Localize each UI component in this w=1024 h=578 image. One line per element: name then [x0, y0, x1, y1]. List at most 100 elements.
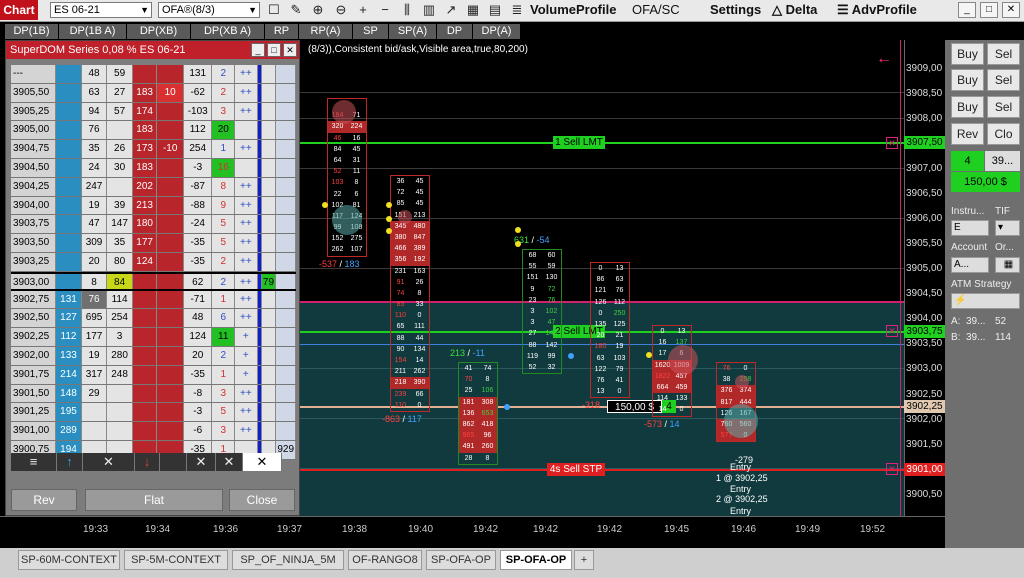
dom-cell-b1[interactable] — [56, 252, 82, 271]
dom-cell-b1[interactable]: 195 — [56, 403, 82, 422]
dom-row[interactable]: 3903,50 309 35 177 -35 5 ++ — [11, 234, 296, 253]
buy-market-button[interactable]: Buy — [951, 43, 984, 65]
dom-cell-b1[interactable]: 133 — [56, 346, 82, 365]
dom-cell-b1[interactable]: 214 — [56, 365, 82, 384]
sell-stop-label[interactable]: 4s Sell STP — [547, 463, 605, 476]
dom-row[interactable]: 3901,00 289 -6 3 ++ — [11, 422, 296, 441]
indicator-tab[interactable]: DP(1B A) — [59, 24, 127, 39]
dom-cell-b1[interactable] — [56, 158, 82, 177]
minimize-icon[interactable]: _ — [958, 2, 976, 18]
dom-cell-a1[interactable] — [132, 365, 158, 384]
cancel-all-icon[interactable]: ✕ — [216, 453, 243, 471]
chart-menu-button[interactable]: Chart — [0, 0, 38, 20]
dom-cell-a1[interactable]: 183 — [132, 121, 158, 140]
dom-cell-b1[interactable] — [56, 215, 82, 234]
dom-row[interactable]: 3904,75 35 26 173 -10 254 1 ++ — [11, 140, 296, 159]
maximize-icon[interactable]: □ — [980, 2, 998, 18]
atm-strategy-selector[interactable]: ⚡ — [951, 293, 1020, 309]
dom-cell-a2[interactable] — [157, 102, 184, 121]
dom-row[interactable]: 3901,50 148 29 -8 3 ++ — [11, 384, 296, 404]
dom-reverse-button[interactable]: Rev — [11, 489, 77, 511]
dom-row[interactable]: 3904,25 247 202 -87 8 ++ — [11, 177, 296, 197]
center-icon[interactable]: ≡ — [11, 453, 57, 471]
dom-cell-a1[interactable] — [132, 422, 158, 440]
dom-row[interactable]: 3905,25 94 57 174 -103 3 ++ — [11, 102, 296, 122]
dom-row[interactable]: 3902,75 131 76 114 -71 1 ++ — [11, 290, 296, 310]
dom-cell-a1[interactable]: 180 — [132, 215, 158, 234]
instrument-field[interactable]: E — [951, 220, 989, 236]
arrow-up-icon[interactable]: ↑ — [57, 453, 83, 471]
dom-cell-a2[interactable] — [157, 290, 184, 309]
dom-cell-a1[interactable] — [132, 309, 158, 328]
table-icon[interactable]: ▤ — [487, 2, 503, 18]
chart-tab[interactable]: SP-60M-CONTEXT — [18, 550, 120, 570]
adv-profile-button[interactable]: ☰ AdvProfile — [837, 2, 917, 18]
dom-cell-a2[interactable] — [157, 234, 184, 252]
chart-tab-active[interactable]: SP-OFA-OP — [500, 550, 572, 570]
grid-icon[interactable]: ▦ — [465, 2, 481, 18]
dom-cell-a2[interactable] — [157, 121, 184, 140]
cancel-asks-icon[interactable]: ✕ — [187, 453, 216, 471]
dom-row[interactable]: 3901,75 214 317 248 -35 1 + — [11, 365, 296, 385]
dom-cell-a2[interactable] — [157, 65, 184, 83]
select-icon[interactable]: ☐ — [266, 2, 282, 18]
dom-cell-a2[interactable]: -10 — [157, 140, 184, 158]
volume-profile-button[interactable]: VolumeProfile — [530, 2, 616, 18]
dom-cell-a2[interactable] — [157, 328, 184, 346]
dom-cell-a2[interactable] — [157, 422, 184, 440]
dom-cell-a2[interactable] — [157, 252, 184, 271]
dom-cell-a1[interactable]: 213 — [132, 196, 158, 215]
cancel-order-icon[interactable]: ✕ — [886, 325, 898, 337]
zoom-out-icon[interactable]: ⊖ — [333, 2, 349, 18]
indicator-tab[interactable]: DP(A) — [473, 24, 521, 39]
maximize-icon[interactable]: □ — [267, 43, 281, 57]
dom-cell-a2[interactable] — [157, 309, 184, 328]
dom-cell-a1[interactable]: 183 — [132, 83, 158, 102]
crosshair-icon[interactable]: + — [355, 2, 371, 18]
footprint-bar[interactable]: 3645724585451512133454803808474663893561… — [390, 175, 430, 412]
dom-row[interactable]: 3904,00 19 39 213 -88 9 ++ — [11, 196, 296, 216]
dom-cell-a1[interactable] — [132, 290, 158, 309]
dom-cell-b1[interactable] — [56, 83, 82, 102]
line-chart-icon[interactable]: ↗ — [443, 2, 459, 18]
sell-ask-button[interactable]: Sel — [987, 69, 1020, 91]
dom-cell-a2[interactable]: 10 — [157, 83, 184, 102]
dom-row[interactable]: 3904,50 24 30 183 -3 16 — [11, 158, 296, 178]
dom-cell-a2[interactable] — [157, 384, 184, 403]
chart-tab[interactable]: SP-5M-CONTEXT — [124, 550, 228, 570]
zoom-in-icon[interactable]: ⊕ — [310, 2, 326, 18]
close-position-button[interactable]: Clo — [987, 123, 1020, 145]
tif-selector[interactable]: ▾ — [995, 220, 1020, 236]
dom-cell-b1[interactable]: 112 — [56, 328, 82, 346]
dom-cell-b1[interactable] — [56, 177, 82, 196]
dom-cell-b1[interactable] — [56, 65, 82, 83]
dom-row[interactable]: 3903,25 20 80 124 -35 2 ++ — [11, 252, 296, 272]
indicator-tab[interactable]: RP — [265, 24, 299, 39]
dom-cell-b1[interactable]: 127 — [56, 309, 82, 328]
indicator-tab[interactable]: DP(XB) — [127, 24, 191, 39]
cancel-order-icon[interactable]: ✕ — [886, 463, 898, 475]
dom-flat-button[interactable]: Flat — [85, 489, 223, 511]
dom-row[interactable]: 3902,50 127 695 254 48 6 ++ — [11, 309, 296, 329]
dom-cell-a1[interactable] — [132, 346, 158, 365]
dom-cell-b1[interactable] — [56, 273, 82, 289]
account-selector[interactable]: A... — [951, 257, 989, 273]
dom-close-button[interactable]: Close — [229, 489, 295, 511]
indicator-tab[interactable]: RP(A) — [299, 24, 353, 39]
instrument-selector[interactable]: ES 06-21 ▼ — [50, 2, 152, 18]
bars-icon[interactable]: ▥ — [421, 2, 437, 18]
dom-row[interactable]: 3903,75 47 147 180 -24 5 ++ — [11, 215, 296, 235]
cancel-bids-icon[interactable]: ✕ — [83, 453, 135, 471]
buy-bid-button[interactable]: Buy — [951, 96, 984, 118]
indicator-tab[interactable]: SP — [353, 24, 389, 39]
buy-ask-button[interactable]: Buy — [951, 69, 984, 91]
pencil-icon[interactable]: ✎ — [288, 2, 304, 18]
dom-cell-b1[interactable] — [56, 234, 82, 252]
dom-cell-a2[interactable] — [157, 215, 184, 234]
indicator-tab[interactable]: DP(XB A) — [191, 24, 265, 39]
dom-row[interactable]: 3905,00 76 183 112 20 — [11, 121, 296, 141]
delta-button[interactable]: △ Delta — [772, 2, 817, 18]
footprint-bar[interactable]: 41 74 70 8 25 106 181 308 136 653 862 418 965 96 491 26… — [458, 362, 498, 465]
dom-row[interactable]: 3902,00 133 19 280 20 2 + — [11, 346, 296, 366]
levels-icon[interactable]: ≣ — [509, 2, 525, 18]
